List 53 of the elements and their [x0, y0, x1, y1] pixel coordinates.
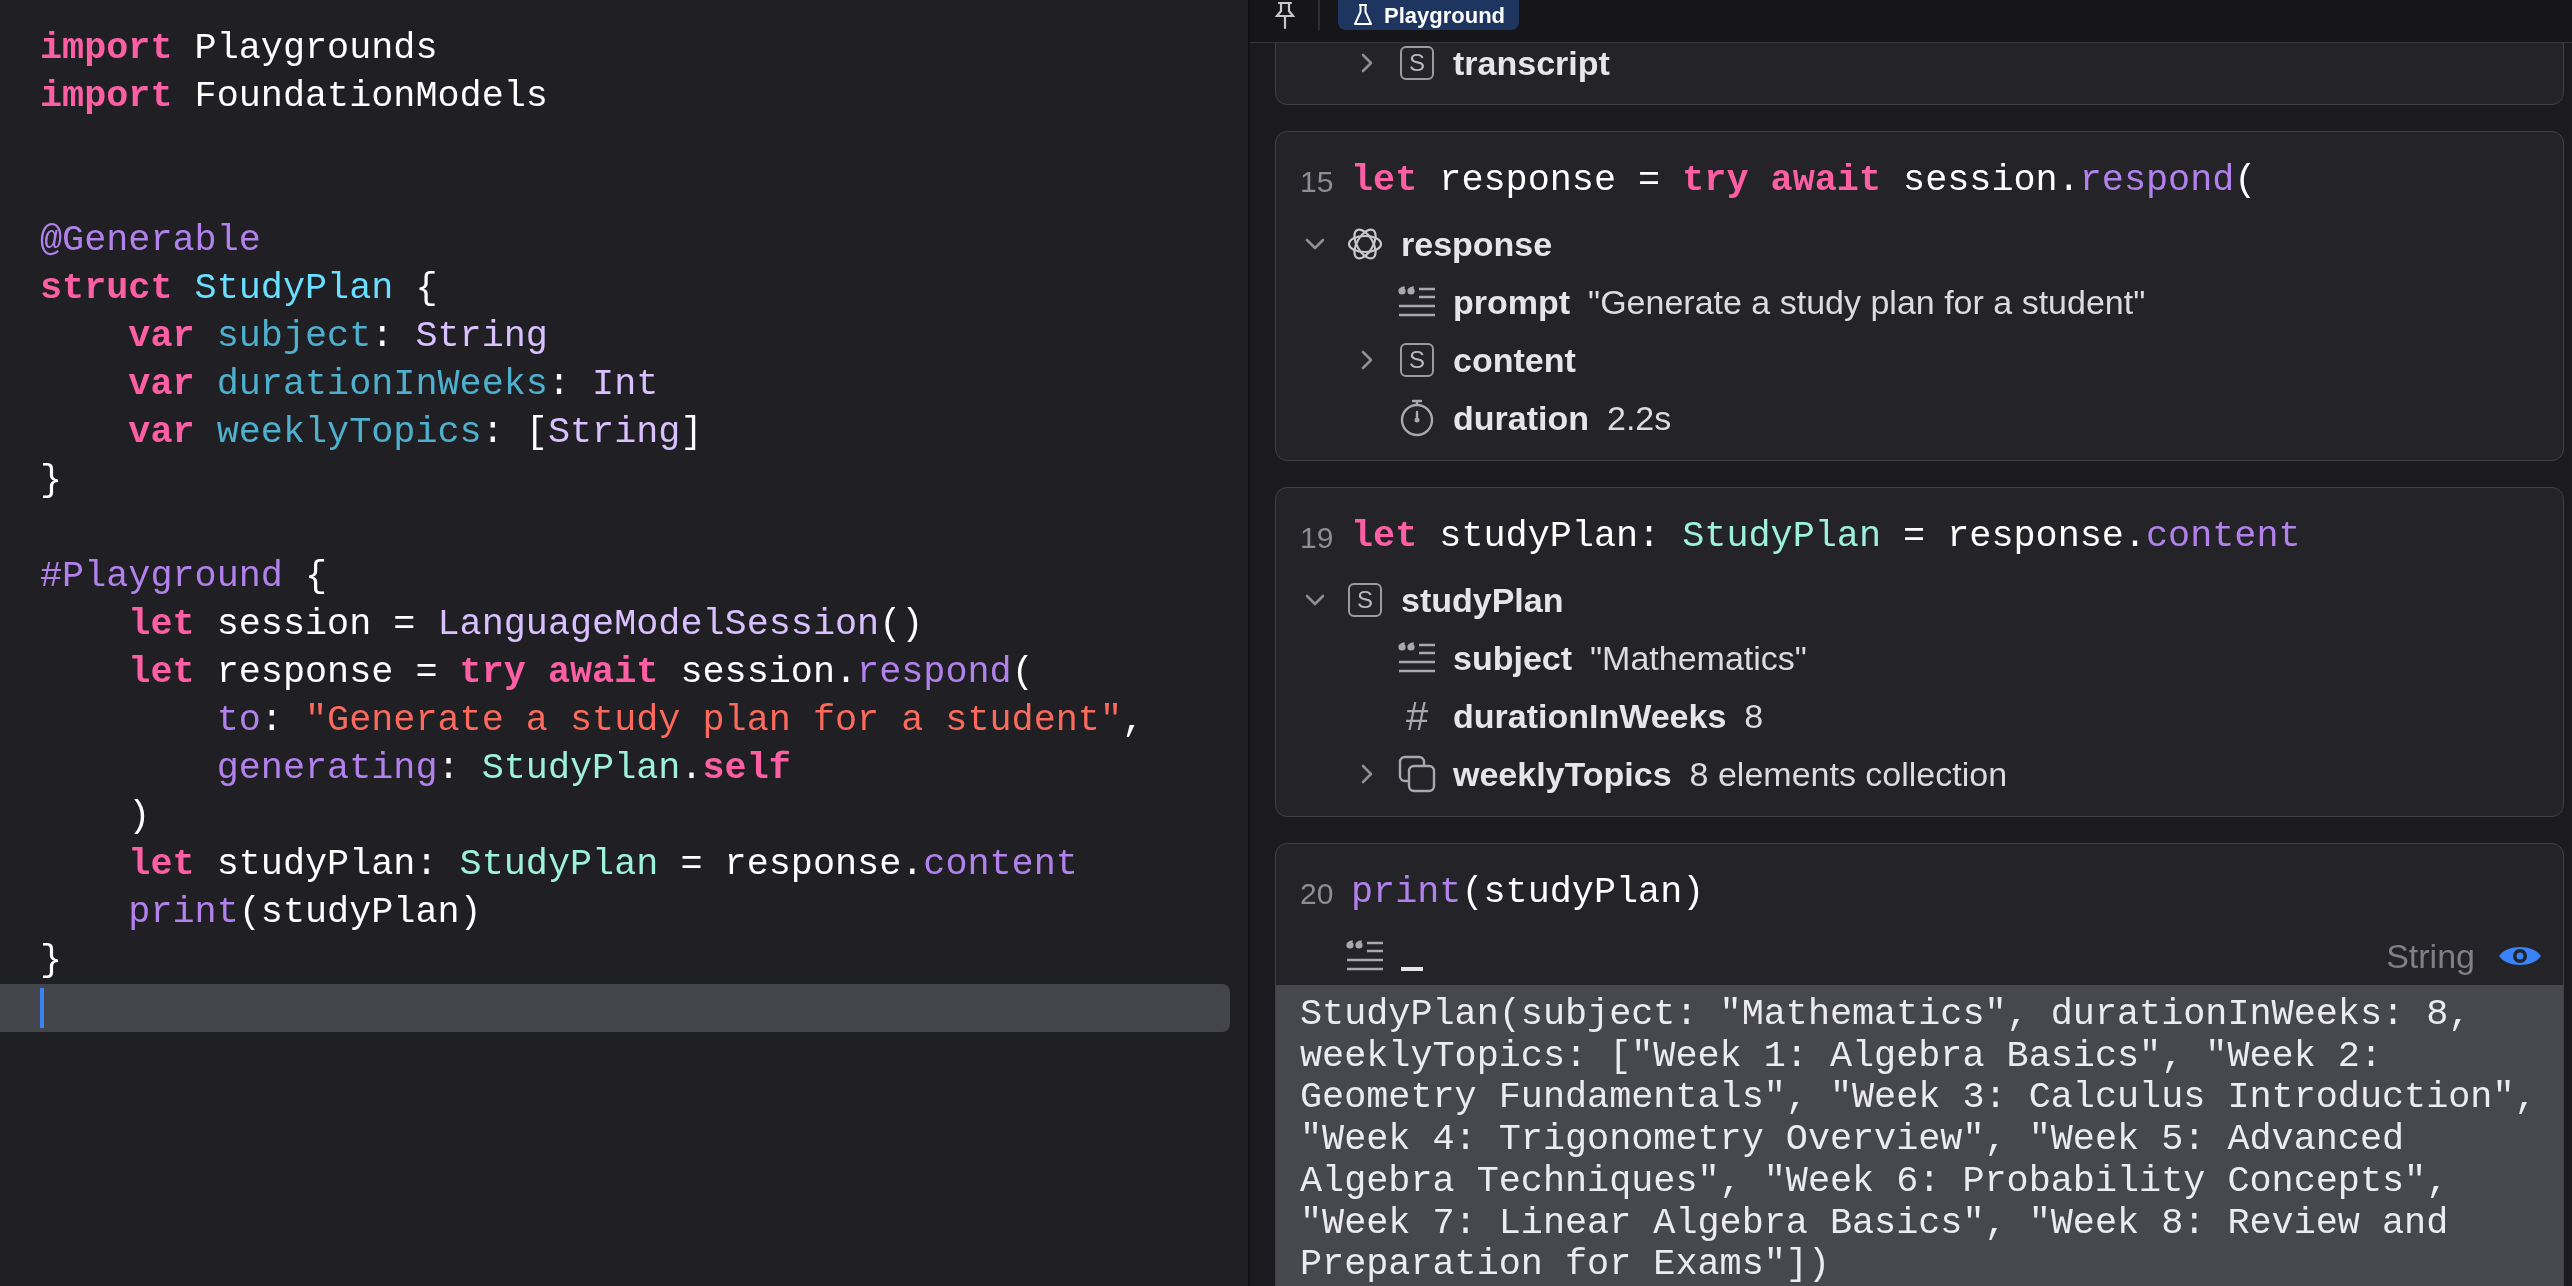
code-line: #Playground { — [39, 554, 329, 599]
field-value: "Mathematics" — [1590, 637, 1807, 679]
console-output: StudyPlan(subject: "Mathematics", durationInWeeks: 8, weeklyTopics: ["Week 1: Algebra Basics", "Week 2: Geometry Fundamentals", "Week 3: Calculus Introduction", "Week 4: Trigonometry Overview", "Week 5: Advanced Algebra Techniques", "Week 6: Probability Concepts", "Week 7: Linear Algebra Basics", "Week 8: Review and Preparation for Exams"]) — [1276, 985, 2563, 1286]
code-line: let studyPlan: StudyPlan = response.content — [127, 842, 1079, 887]
playground-tab[interactable]: Playground — [1338, 0, 1519, 30]
field-value: 8 elements collection — [1689, 753, 2008, 795]
text-cursor — [40, 988, 44, 1028]
code-line: print(studyPlan) — [1351, 870, 1705, 916]
stacked-squares-icon — [1398, 755, 1436, 793]
code-line: var durationInWeeks: Int — [127, 362, 660, 407]
field-name: subject — [1453, 637, 1573, 679]
field-name: weeklyTopics — [1453, 753, 1672, 795]
struct-badge: S — [1400, 46, 1434, 80]
code-line: var weeklyTopics: [String] — [127, 410, 704, 455]
field-name: content — [1453, 339, 1576, 381]
code-line: let response = try await session.respond( — [127, 650, 1035, 695]
text-lines-icon — [1397, 641, 1437, 675]
code-line: to: "Generate a study plan for a student", — [215, 698, 1146, 743]
stopwatch-icon — [1398, 398, 1436, 438]
code-line: var subject: String — [127, 314, 549, 359]
flask-icon — [1352, 3, 1374, 27]
code-line: let session = LanguageModelSession() — [127, 602, 925, 647]
code-line: generating: StudyPlan.self — [215, 746, 792, 791]
code-line: import FoundationModels — [39, 74, 549, 119]
code-line: @Generable — [39, 218, 262, 263]
field-name: durationInWeeks — [1453, 695, 1727, 737]
field-name: response — [1401, 223, 1553, 265]
field-name: duration — [1453, 397, 1589, 439]
line-number: 20 — [1300, 875, 1335, 912]
field-value: 8 — [1744, 695, 1764, 737]
hash-symbol: # — [1405, 696, 1429, 736]
struct-badge: S — [1348, 583, 1382, 617]
code-line: struct StudyPlan { — [39, 266, 439, 311]
line-number: 15 — [1300, 163, 1335, 200]
field-name: transcript — [1453, 43, 1610, 84]
code-line: ) — [127, 794, 152, 839]
text-lines-icon — [1397, 285, 1437, 319]
field-name: studyPlan — [1401, 579, 1564, 621]
struct-badge: S — [1400, 343, 1434, 377]
field-value: 2.2s — [1607, 397, 1672, 439]
knot-icon — [1346, 225, 1384, 263]
field-name: prompt — [1453, 281, 1571, 323]
code-line: } — [39, 458, 64, 503]
code-line: print(studyPlan) — [127, 890, 483, 935]
code-line: let studyPlan: StudyPlan = response.content — [1351, 514, 2301, 560]
field-value: "Generate a study plan for a student" — [1588, 281, 2146, 323]
code-line: } — [39, 938, 64, 983]
code-line: import Playgrounds — [39, 26, 439, 71]
empty-value-mark — [1401, 967, 1423, 971]
code-line: let response = try await session.respond( — [1351, 158, 2257, 204]
line-number: 19 — [1300, 519, 1335, 556]
type-label: String — [2386, 935, 2475, 977]
text-lines-icon — [1345, 939, 1385, 973]
